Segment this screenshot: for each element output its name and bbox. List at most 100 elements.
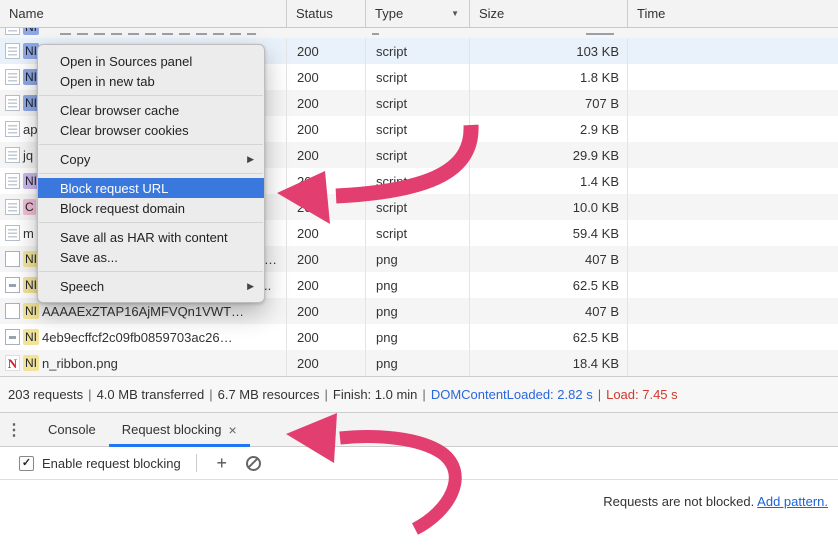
request-name: n_ribbon.png <box>42 356 118 371</box>
type-cell: script <box>366 194 470 220</box>
script-file-icon <box>5 28 20 35</box>
tab-label: Request blocking <box>122 422 222 437</box>
column-header-name[interactable]: Name <box>0 0 287 27</box>
search-match-highlight: NI <box>23 329 39 345</box>
add-pattern-icon[interactable]: + <box>209 453 235 474</box>
remove-all-patterns-icon[interactable] <box>246 456 261 471</box>
time-cell <box>628 142 838 168</box>
status-cell: 200 <box>287 298 366 324</box>
column-header-size[interactable]: Size <box>470 0 628 27</box>
add-pattern-link[interactable]: Add pattern. <box>757 494 828 509</box>
menu-item-clear-browser-cookies[interactable]: Clear browser cookies <box>38 120 264 140</box>
request-name: 4eb9ecffcf2c09fb0859703ac26… <box>42 330 233 345</box>
size-cell: 407 B <box>470 246 628 272</box>
enable-request-blocking-checkbox[interactable]: ✓ <box>19 456 34 471</box>
submenu-arrow-icon: ▶ <box>247 281 254 292</box>
script-file-icon <box>5 43 20 59</box>
time-cell <box>628 324 838 350</box>
clipped-text-fragment <box>586 33 614 35</box>
menu-item-save-all-as-har-with-content[interactable]: Save all as HAR with content <box>38 227 264 247</box>
column-header-type[interactable]: Type ▼ <box>366 0 470 27</box>
time-cell <box>628 194 838 220</box>
size-cell: 2.9 KB <box>470 116 628 142</box>
clipped-text-fragment <box>60 33 256 35</box>
time-cell <box>628 168 838 194</box>
enable-request-blocking-label[interactable]: Enable request blocking <box>42 456 181 471</box>
size-cell: 62.5 KB <box>470 324 628 350</box>
status-cell: 200 <box>287 194 366 220</box>
type-cell: script <box>366 220 470 246</box>
summary-separator: | <box>209 387 212 402</box>
time-cell <box>628 272 838 298</box>
menu-separator <box>39 222 263 223</box>
column-header-status[interactable]: Status <box>287 0 366 27</box>
type-cell: png <box>366 324 470 350</box>
table-row-partial[interactable]: NI <box>0 28 838 38</box>
image-thumb-icon <box>5 329 20 345</box>
size-cell: 62.5 KB <box>470 272 628 298</box>
menu-item-save-as[interactable]: Save as... <box>38 247 264 267</box>
summary-separator: | <box>324 387 327 402</box>
menu-separator <box>39 95 263 96</box>
type-cell: script <box>366 64 470 90</box>
menu-item-open-in-new-tab[interactable]: Open in new tab <box>38 71 264 91</box>
time-cell <box>628 116 838 142</box>
size-cell: 1.8 KB <box>470 64 628 90</box>
menu-item-open-in-sources-panel[interactable]: Open in Sources panel <box>38 51 264 71</box>
request-blocking-toolbar: ✓ Enable request blocking + <box>0 447 838 480</box>
time-cell <box>628 246 838 272</box>
status-cell: 200 <box>287 168 366 194</box>
column-header-time[interactable]: Time <box>628 0 838 27</box>
request-name: jq <box>23 148 33 163</box>
menu-item-label: Block request URL <box>60 181 168 196</box>
close-icon[interactable]: × <box>228 422 236 438</box>
table-header: Name Status Type ▼ Size Time <box>0 0 838 28</box>
menu-item-block-request-domain[interactable]: Block request domain <box>38 198 264 218</box>
more-menu-icon[interactable]: ⋮ <box>0 413 28 446</box>
summary-separator: | <box>422 387 425 402</box>
menu-item-label: Block request domain <box>60 201 185 216</box>
menu-item-label: Save all as HAR with content <box>60 230 228 245</box>
time-cell <box>628 90 838 116</box>
search-match-highlight: C <box>23 199 36 215</box>
time-cell <box>628 298 838 324</box>
context-menu: Open in Sources panelOpen in new tab Clea… <box>37 44 265 303</box>
network-summary-bar: 203 requests|4.0 MB transferred|6.7 MB r… <box>0 376 838 412</box>
time-cell <box>628 64 838 90</box>
type-cell: png <box>366 272 470 298</box>
status-cell: 200 <box>287 220 366 246</box>
search-match-highlight: NI <box>23 28 39 35</box>
status-cell: 200 <box>287 324 366 350</box>
summary-separator: | <box>598 387 601 402</box>
column-label: Size <box>479 6 504 21</box>
type-cell: png <box>366 350 470 376</box>
tab-console[interactable]: Console <box>35 413 109 446</box>
status-cell: 200 <box>287 38 366 64</box>
empty-state-message: Requests are not blocked. Add pattern. <box>603 494 828 509</box>
type-cell: png <box>366 298 470 324</box>
menu-item-copy[interactable]: Copy▶ <box>38 149 264 169</box>
blank-image-icon <box>5 251 20 267</box>
size-cell: 1.4 KB <box>470 168 628 194</box>
netflix-logo-icon <box>5 355 20 371</box>
menu-item-label: Clear browser cookies <box>60 123 189 138</box>
menu-item-speech[interactable]: Speech▶ <box>38 276 264 296</box>
name-cell: NIn_ribbon.png <box>0 350 287 376</box>
menu-item-clear-browser-cache[interactable]: Clear browser cache <box>38 100 264 120</box>
script-file-icon <box>5 121 20 137</box>
table-row[interactable]: NI4eb9ecffcf2c09fb0859703ac26… 200png62.5… <box>0 324 838 350</box>
menu-item-block-request-url[interactable]: Block request URL <box>38 178 264 198</box>
status-cell: 200 <box>287 142 366 168</box>
summary-segment: DOMContentLoaded: 2.82 s <box>431 387 593 402</box>
size-cell: 29.9 KB <box>470 142 628 168</box>
sort-desc-icon: ▼ <box>451 9 459 18</box>
request-name: m <box>23 226 34 241</box>
clipped-text-fragment <box>372 33 379 35</box>
status-cell: 200 <box>287 246 366 272</box>
status-cell: 200 <box>287 90 366 116</box>
tab-request-blocking[interactable]: Request blocking × <box>109 413 250 446</box>
size-cell: 407 B <box>470 298 628 324</box>
menu-item-label: Save as... <box>60 250 118 265</box>
table-row[interactable]: NIn_ribbon.png200png18.4 KB <box>0 350 838 376</box>
type-cell: png <box>366 246 470 272</box>
